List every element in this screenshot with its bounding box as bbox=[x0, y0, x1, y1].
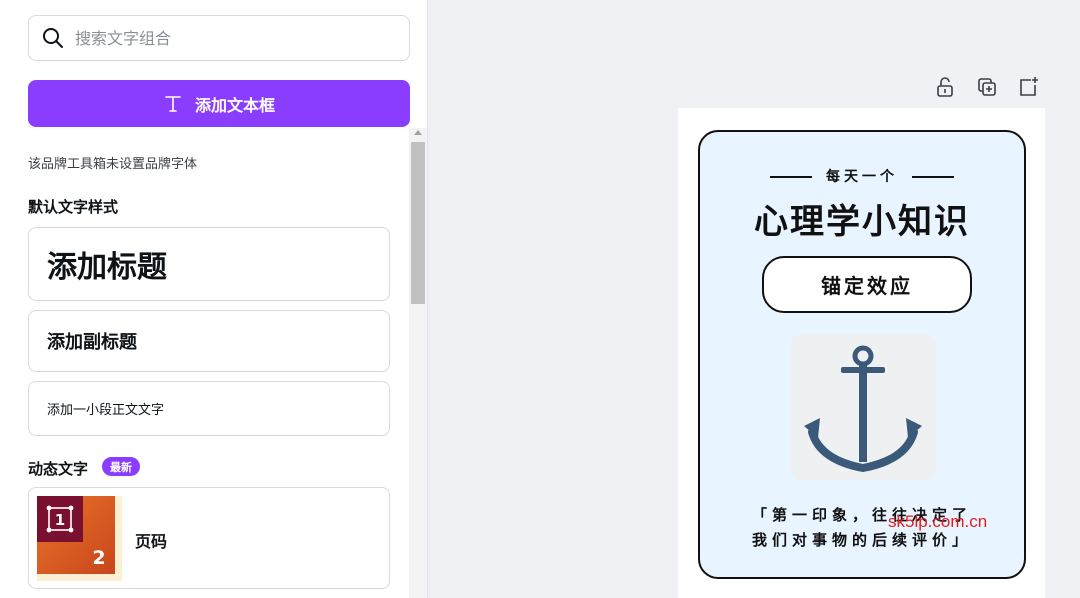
anchor-image[interactable] bbox=[790, 334, 936, 480]
thumb-digit-1: 1 bbox=[55, 511, 65, 529]
duplicate-icon[interactable] bbox=[976, 76, 998, 98]
poster-quote-line-2[interactable]: 我们对事物的后续评价」 bbox=[700, 529, 1024, 550]
page-number-thumbnail: 1 2 bbox=[37, 496, 122, 581]
scroll-up-arrow-icon[interactable] bbox=[414, 130, 422, 135]
anchor-icon bbox=[804, 345, 922, 473]
design-canvas[interactable]: 每天一个 心理学小知识 锚定效应 「第一印象，往往决定了 我们对事物的后续评价」 bbox=[678, 108, 1045, 598]
dynamic-text-heading: 动态文字 bbox=[28, 460, 89, 478]
poster-title[interactable]: 心理学小知识 bbox=[700, 194, 1024, 243]
add-page-icon[interactable] bbox=[1017, 76, 1039, 98]
poster-topic-pill[interactable]: 锚定效应 bbox=[762, 256, 972, 313]
text-side-panel: 添加文本框 该品牌工具箱未设置品牌字体 默认文字样式 添加标题 添加副标题 添加… bbox=[0, 0, 428, 598]
poster-small-title[interactable]: 每天一个 bbox=[700, 166, 1024, 186]
brand-font-note: 该品牌工具箱未设置品牌字体 bbox=[28, 157, 198, 172]
search-icon bbox=[43, 28, 63, 48]
thumb-digit-2: 2 bbox=[92, 547, 105, 569]
default-styles-heading: 默认文字样式 bbox=[28, 198, 119, 216]
add-textbox-button[interactable]: 添加文本框 bbox=[28, 80, 410, 127]
right-rule bbox=[912, 176, 954, 178]
search-input[interactable] bbox=[75, 28, 375, 48]
add-textbox-label: 添加文本框 bbox=[194, 95, 275, 115]
watermark: sk5lp.com.cn bbox=[888, 512, 988, 531]
new-badge: 最新 bbox=[102, 457, 140, 476]
unlock-icon[interactable] bbox=[934, 76, 956, 98]
add-body-text-card[interactable]: 添加一小段正文文字 bbox=[28, 381, 390, 436]
add-heading-card[interactable]: 添加标题 bbox=[28, 227, 390, 301]
text-icon bbox=[165, 95, 181, 112]
scrollbar-thumb[interactable] bbox=[411, 142, 425, 304]
page-number-card[interactable]: 1 2 页码 bbox=[28, 487, 390, 589]
add-subheading-label: 添加副标题 bbox=[47, 332, 137, 353]
poster-topic-text: 锚定效应 bbox=[821, 274, 913, 298]
add-body-text-label: 添加一小段正文文字 bbox=[47, 403, 165, 418]
page-number-label: 页码 bbox=[135, 532, 168, 551]
left-rule bbox=[770, 176, 812, 178]
poster-small-title-text: 每天一个 bbox=[826, 169, 898, 185]
add-heading-label: 添加标题 bbox=[47, 250, 167, 285]
search-box[interactable] bbox=[28, 15, 410, 61]
scrollbar[interactable] bbox=[409, 128, 427, 598]
add-subheading-card[interactable]: 添加副标题 bbox=[28, 310, 390, 372]
